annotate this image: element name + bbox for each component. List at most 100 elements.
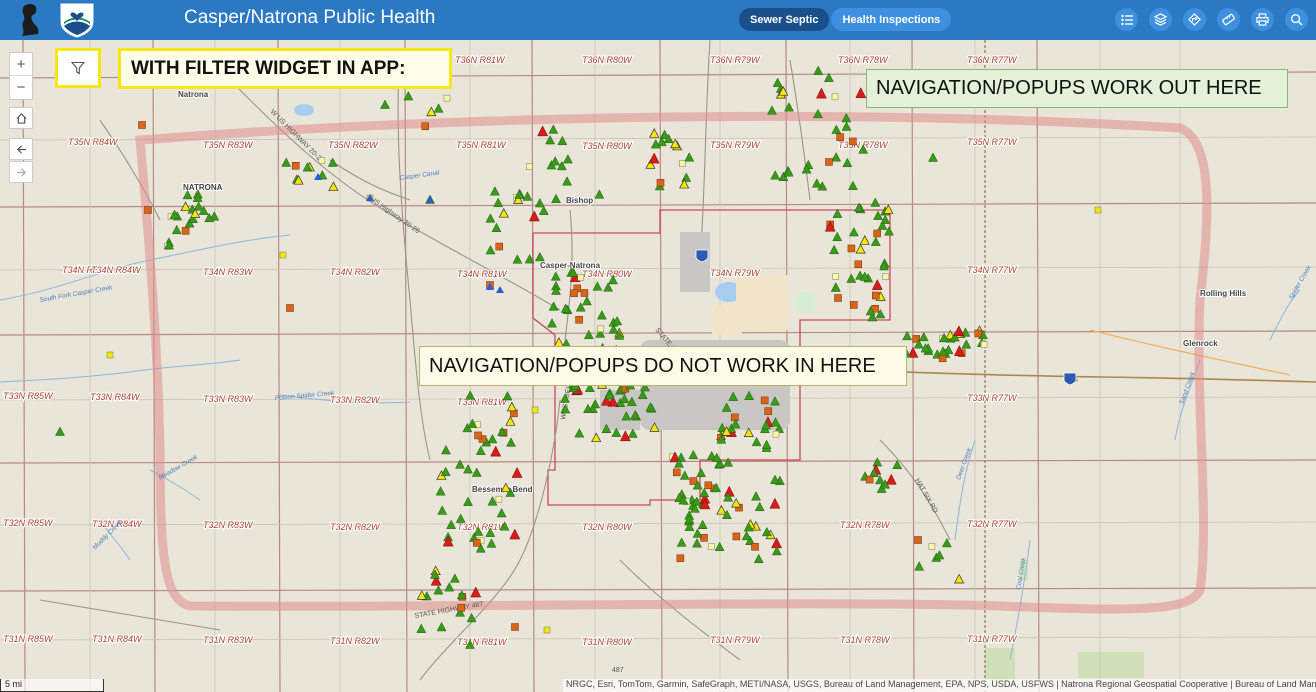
map-attribution: NRGC, Esri, TomTom, Garmin, SafeGraph, M… [563, 679, 1316, 692]
inspection-marker [575, 316, 583, 324]
print-icon[interactable] [1251, 8, 1274, 31]
inspection-marker [850, 301, 858, 309]
filter-icon [71, 61, 85, 75]
inspection-marker [495, 242, 504, 251]
permit-marker [543, 626, 551, 634]
township-label: T33N R77W [967, 393, 1018, 403]
township-label: T34N R83W [203, 267, 254, 277]
home-icon [15, 112, 27, 124]
works-outside-annotation: NAVIGATION/POPUPS WORK OUT HERE [866, 69, 1288, 108]
township-label: T34N R77W [967, 265, 1018, 275]
tab-health-inspections[interactable]: Health Inspections [831, 8, 952, 31]
township-label: T32N R78W [840, 520, 891, 530]
filter-widget-annotation: WITH FILTER WIDGET IN APP: [118, 48, 452, 89]
home-button[interactable] [9, 107, 33, 129]
place-label: Natrona [178, 90, 209, 99]
inspection-marker [938, 354, 947, 363]
inspection-marker [700, 534, 708, 542]
zoom-in-button[interactable]: + [10, 53, 32, 76]
tab-sewer-septic[interactable]: Sewer Septic [739, 8, 830, 31]
permit-marker [882, 273, 890, 280]
township-label: T31N R83W [203, 635, 254, 645]
shield-shape [695, 249, 709, 263]
inspection-marker [286, 304, 294, 312]
permit-marker [928, 543, 936, 550]
road-label: 487 [612, 667, 624, 674]
township-label: T34N R79W [710, 268, 761, 278]
inspection-marker [836, 133, 844, 141]
permit-marker [772, 430, 780, 438]
previous-extent-button[interactable] [9, 138, 33, 160]
inspection-marker [751, 543, 759, 551]
scale-bar: 5 mi [0, 679, 104, 692]
permit-marker [318, 157, 326, 164]
place-label: Rolling Hills [1200, 289, 1247, 298]
inspection-marker [873, 229, 881, 238]
inspection-marker [656, 179, 665, 187]
interstate-shield [695, 249, 709, 263]
filter-widget-button[interactable] [55, 48, 101, 88]
township-label: T31N R85W [3, 634, 54, 644]
inspection-marker [474, 431, 482, 440]
inspection-marker [570, 289, 578, 297]
township-label: T33N R81W [457, 397, 508, 407]
township-label: T33N R82W [330, 395, 381, 405]
layers-icon[interactable] [1149, 8, 1172, 31]
township-label: T31N R79W [710, 635, 761, 645]
inspection-marker [421, 122, 429, 131]
inspection-marker [580, 289, 589, 297]
legend-icon[interactable] [1115, 8, 1138, 31]
township-label: T34N R82W [330, 267, 381, 277]
township-label: T35N R81W [456, 140, 507, 150]
township-label: T31N R78W [840, 635, 891, 645]
search-icon[interactable] [1285, 8, 1308, 31]
inspection-marker [760, 396, 769, 405]
township-label: T33N R85W [3, 391, 54, 401]
permit-marker [106, 351, 114, 359]
inspection-marker [138, 121, 146, 129]
inspection-marker [849, 137, 857, 146]
township-label: T33N R83W [203, 394, 254, 404]
app-title: Casper/Natrona Public Health [184, 7, 436, 28]
directions-icon[interactable] [1183, 8, 1206, 31]
permit-marker [531, 406, 539, 414]
permit-marker [679, 160, 686, 167]
urban-block [680, 232, 710, 292]
inspection-marker [144, 206, 152, 214]
township-label: T32N R83W [203, 520, 254, 530]
zoom-control: + − [9, 52, 33, 100]
interstate-shield [1063, 372, 1077, 386]
township-label: T35N R82W [328, 140, 379, 150]
township-label: T32N R80W [582, 522, 633, 532]
public-land [985, 648, 1015, 682]
township-label: T35N R83W [203, 140, 254, 150]
township-label: T36N R81W [455, 55, 506, 65]
inspection-marker [854, 260, 863, 269]
inspection-marker [914, 536, 922, 544]
township-label: T35N R77W [967, 137, 1018, 147]
permit-marker [831, 93, 839, 101]
permit-marker [980, 341, 988, 348]
measure-icon[interactable] [1217, 8, 1240, 31]
township-label: T36N R78W [838, 55, 889, 65]
township-label: T34N R84W [91, 265, 142, 275]
place-label: NATRONA [183, 183, 223, 192]
township-label: T32N R82W [330, 522, 381, 532]
inspection-marker [457, 603, 465, 612]
township-label: T32N R85W [3, 518, 54, 528]
township-label: T31N R77W [967, 634, 1018, 644]
place-label: Bishop [566, 196, 593, 205]
urban-block [795, 292, 815, 312]
zoom-out-button[interactable]: − [10, 76, 32, 99]
fails-inside-annotation: NAVIGATION/POPUPS DO NOT WORK IN HERE [419, 346, 907, 386]
township-label: T36N R80W [582, 55, 633, 65]
inspection-marker [731, 413, 739, 422]
township-label: T36N R77W [967, 55, 1018, 65]
next-extent-button[interactable] [9, 161, 33, 183]
township-label: T31N R81W [457, 637, 508, 647]
place-label: Casper-Natrona [540, 261, 601, 270]
inspection-marker [676, 554, 685, 563]
inspection-marker [704, 481, 713, 490]
permit-marker [279, 251, 287, 259]
agency-logo [22, 4, 39, 36]
